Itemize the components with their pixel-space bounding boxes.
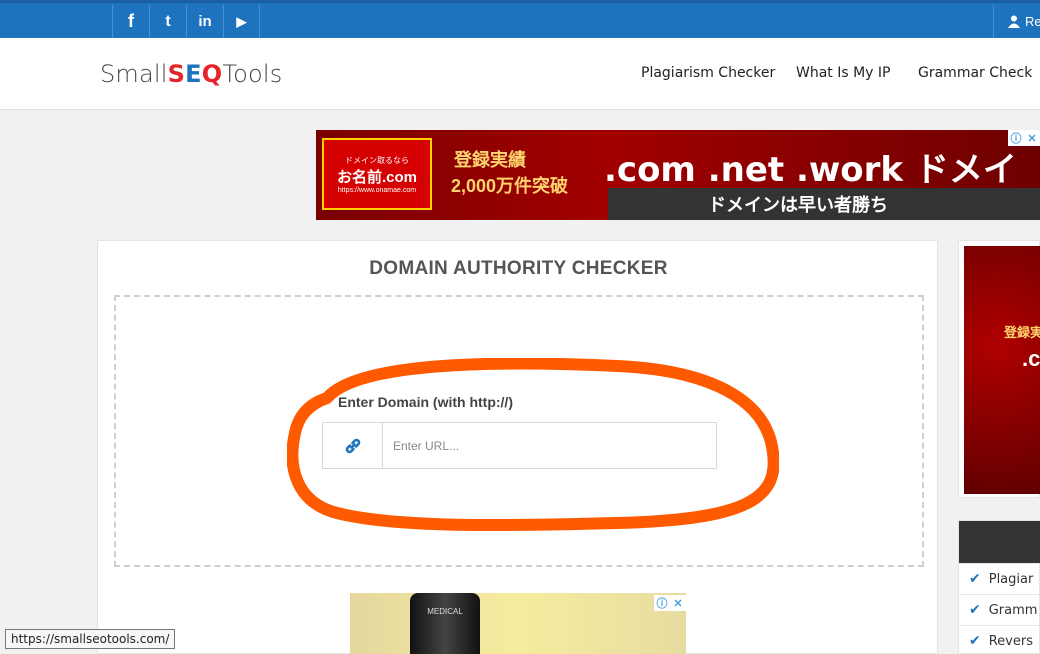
link-icon bbox=[323, 423, 383, 468]
domain-input-group bbox=[322, 422, 717, 469]
linkedin-icon[interactable]: in bbox=[186, 5, 223, 38]
sidebar-item-reverse[interactable]: ✔ Revers bbox=[959, 625, 1040, 654]
nav-what-is-my-ip[interactable]: What Is My IP bbox=[796, 65, 891, 81]
social-links: f t in ▶ bbox=[112, 5, 260, 38]
ad-brand-small: ドメイン取るなら bbox=[345, 155, 409, 165]
ad-strip: ドメインは早い者勝ち bbox=[608, 188, 1040, 220]
logo-seo-e: E bbox=[185, 60, 202, 88]
ad-product-label: MEDICAL bbox=[427, 607, 463, 616]
browser-status-url: https://smallseotools.com/ bbox=[5, 629, 176, 649]
sidebar-item-label: Gramm bbox=[988, 602, 1038, 618]
logo-text-small: Small bbox=[100, 60, 168, 88]
sidebar-ad-text1: 登録実 bbox=[1004, 325, 1040, 340]
tool-card: DOMAIN AUTHORITY CHECKER Enter Domain (w… bbox=[97, 240, 938, 654]
ad-product-image: MEDICAL bbox=[410, 593, 480, 654]
sidebar-ad-image: 登録実 .c bbox=[964, 246, 1040, 494]
sidebar-tools-list: ✔ Plagiar ✔ Gramm ✔ Revers bbox=[958, 520, 1040, 654]
nav-plagiarism-checker[interactable]: Plagiarism Checker bbox=[641, 65, 775, 81]
sidebar-ad-text2: .c bbox=[1022, 346, 1040, 371]
sidebar-item-grammar[interactable]: ✔ Gramm bbox=[959, 594, 1040, 625]
ad-close-icon[interactable]: ✕ bbox=[1024, 130, 1040, 146]
site-logo[interactable]: SmallSEQTools bbox=[100, 60, 283, 88]
ad-bottom-info-icon[interactable]: ⓘ bbox=[654, 595, 670, 611]
logo-seo-s: S bbox=[167, 60, 186, 88]
sidebar-item-plagiarism[interactable]: ✔ Plagiar bbox=[959, 563, 1040, 594]
check-icon: ✔ bbox=[969, 571, 981, 587]
sidebar-item-label: Revers bbox=[988, 633, 1033, 649]
bottom-advertisement[interactable]: MEDICAL ⓘ ✕ bbox=[350, 593, 686, 654]
account-link[interactable]: Re bbox=[993, 5, 1040, 38]
sidebar-list-header bbox=[959, 521, 1040, 563]
check-icon: ✔ bbox=[969, 633, 981, 649]
ad-brand-name: お名前.com bbox=[336, 168, 417, 186]
facebook-icon[interactable]: f bbox=[112, 5, 149, 38]
ad-info-icon[interactable]: ⓘ bbox=[1008, 130, 1024, 146]
ad-brand-box: ドメイン取るなら お名前.com https://www.onamae.com bbox=[322, 138, 432, 210]
twitter-icon[interactable]: t bbox=[149, 5, 186, 38]
check-icon: ✔ bbox=[969, 602, 981, 618]
page-title: DOMAIN AUTHORITY CHECKER bbox=[369, 258, 668, 279]
account-label: Re bbox=[1025, 14, 1040, 29]
logo-seo-o: Q bbox=[201, 60, 223, 88]
ad-brand-url: https://www.onamae.com bbox=[337, 186, 417, 194]
ad-bottom-controls: ⓘ ✕ bbox=[654, 595, 686, 611]
site-header: SmallSEQTools Plagiarism Checker What Is… bbox=[0, 38, 1040, 110]
sidebar-item-label: Plagiar bbox=[988, 571, 1034, 587]
sidebar-advertisement[interactable]: 登録実 .c bbox=[958, 240, 1040, 498]
user-icon bbox=[1008, 15, 1020, 28]
ad-controls: ⓘ ✕ bbox=[1008, 130, 1040, 146]
nav-grammar-check[interactable]: Grammar Check bbox=[918, 65, 1032, 81]
ad-bottom-close-icon[interactable]: ✕ bbox=[670, 595, 686, 611]
ad-line1: 登録実績 bbox=[454, 150, 526, 170]
ad-line2: 2,000万件突破 bbox=[451, 176, 569, 196]
top-advertisement[interactable]: ドメイン取るなら お名前.com https://www.onamae.com … bbox=[316, 130, 1040, 220]
domain-url-input[interactable] bbox=[383, 423, 716, 468]
input-area: Enter Domain (with http://) bbox=[114, 295, 924, 567]
top-bar: f t in ▶ Re bbox=[0, 0, 1040, 38]
youtube-icon[interactable]: ▶ bbox=[223, 5, 260, 38]
domain-field-label: Enter Domain (with http://) bbox=[338, 394, 513, 410]
logo-text-tools: Tools bbox=[222, 60, 283, 88]
